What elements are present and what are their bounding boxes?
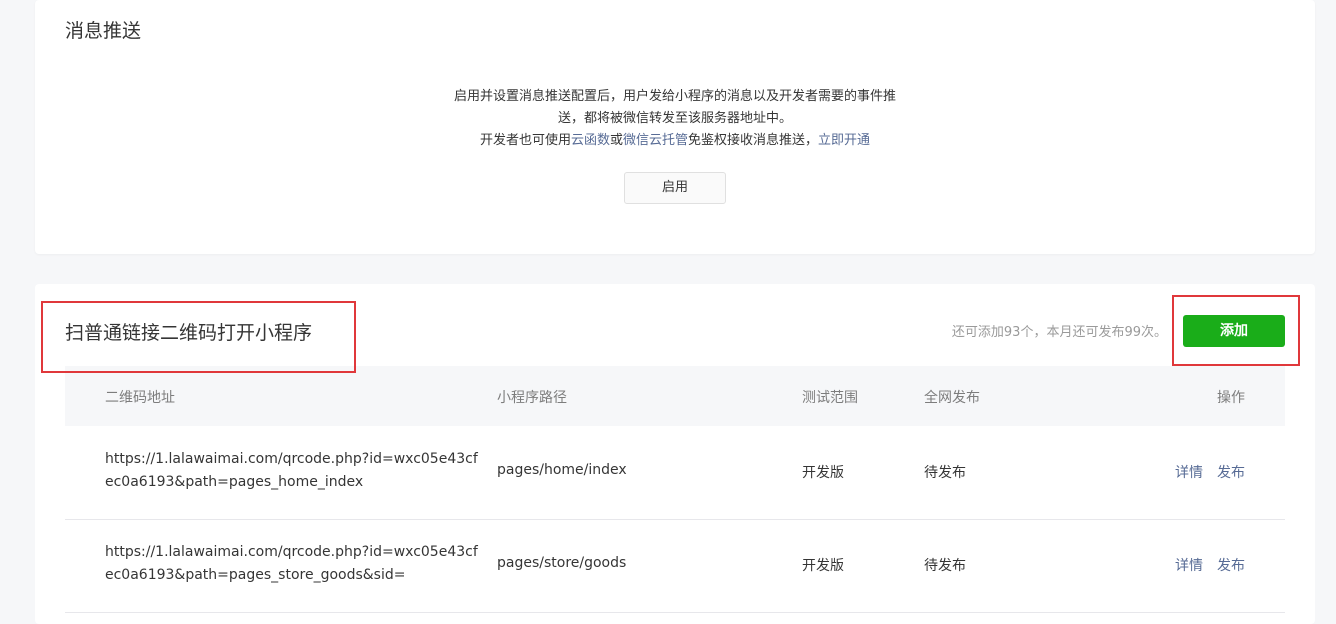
enable-button[interactable]: 启用 <box>624 172 726 204</box>
message-push-card: 消息推送 启用并设置消息推送配置后，用户发给小程序的消息以及开发者需要的事件推 … <box>35 0 1315 254</box>
quota-text: 还可添加93个，本月还可发布99次。 <box>951 325 1167 340</box>
message-push-title: 消息推送 <box>65 20 142 42</box>
release-link[interactable]: 发布 <box>1217 558 1245 574</box>
cloud-hosting-link[interactable]: 微信云托管 <box>623 133 688 148</box>
highlight-box-title <box>41 301 356 373</box>
detail-link[interactable]: 详情 <box>1175 465 1203 481</box>
desc-line-1: 启用并设置消息推送配置后，用户发给小程序的消息以及开发者需要的事件推 <box>453 89 896 104</box>
table-row: https://1.lalawaimai.com/qrcode.php?id=w… <box>65 426 1285 520</box>
column-header-publish: 全网发布 <box>924 390 980 406</box>
desc-line-3-prefix: 开发者也可使用 <box>479 133 571 148</box>
detail-link[interactable]: 详情 <box>1175 558 1203 574</box>
publish-status-cell: 待发布 <box>924 558 966 574</box>
path-cell: pages/home/index <box>497 462 627 478</box>
column-header-path: 小程序路径 <box>497 390 567 406</box>
column-header-scope: 测试范围 <box>802 390 858 406</box>
table-row: https://1.lalawaimai.com/qrcode.php?id=w… <box>65 519 1285 613</box>
release-link[interactable]: 发布 <box>1217 465 1245 481</box>
desc-line-2: 送，都将被微信转发至该服务器地址中。 <box>557 111 792 126</box>
open-now-link[interactable]: 立即开通 <box>818 133 870 148</box>
table-header: 二维码地址 小程序路径 测试范围 全网发布 操作 <box>65 366 1285 426</box>
actions-cell: 详情 发布 <box>1175 462 1259 482</box>
publish-status-cell: 待发布 <box>924 465 966 481</box>
desc-or-text: 或 <box>609 133 623 148</box>
qr-url-cell: https://1.lalawaimai.com/qrcode.php?id=w… <box>105 544 478 583</box>
cloud-function-link[interactable]: 云函数 <box>571 133 610 148</box>
desc-line-3: 开发者也可使用云函数或微信云托管免鉴权接收消息推送，立即开通 <box>35 130 1315 152</box>
message-push-description: 启用并设置消息推送配置后，用户发给小程序的消息以及开发者需要的事件推 送，都将被… <box>35 86 1315 152</box>
highlight-box-add-button <box>1172 295 1300 366</box>
qr-url-cell: https://1.lalawaimai.com/qrcode.php?id=w… <box>105 451 478 490</box>
column-header-actions: 操作 <box>1217 390 1245 406</box>
column-header-qr-url: 二维码地址 <box>105 390 175 406</box>
scope-cell: 开发版 <box>802 558 844 574</box>
desc-line-3-suffix: 免鉴权接收消息推送， <box>688 133 819 148</box>
scope-cell: 开发版 <box>802 465 844 481</box>
actions-cell: 详情 发布 <box>1175 555 1259 575</box>
path-cell: pages/store/goods <box>497 555 627 571</box>
